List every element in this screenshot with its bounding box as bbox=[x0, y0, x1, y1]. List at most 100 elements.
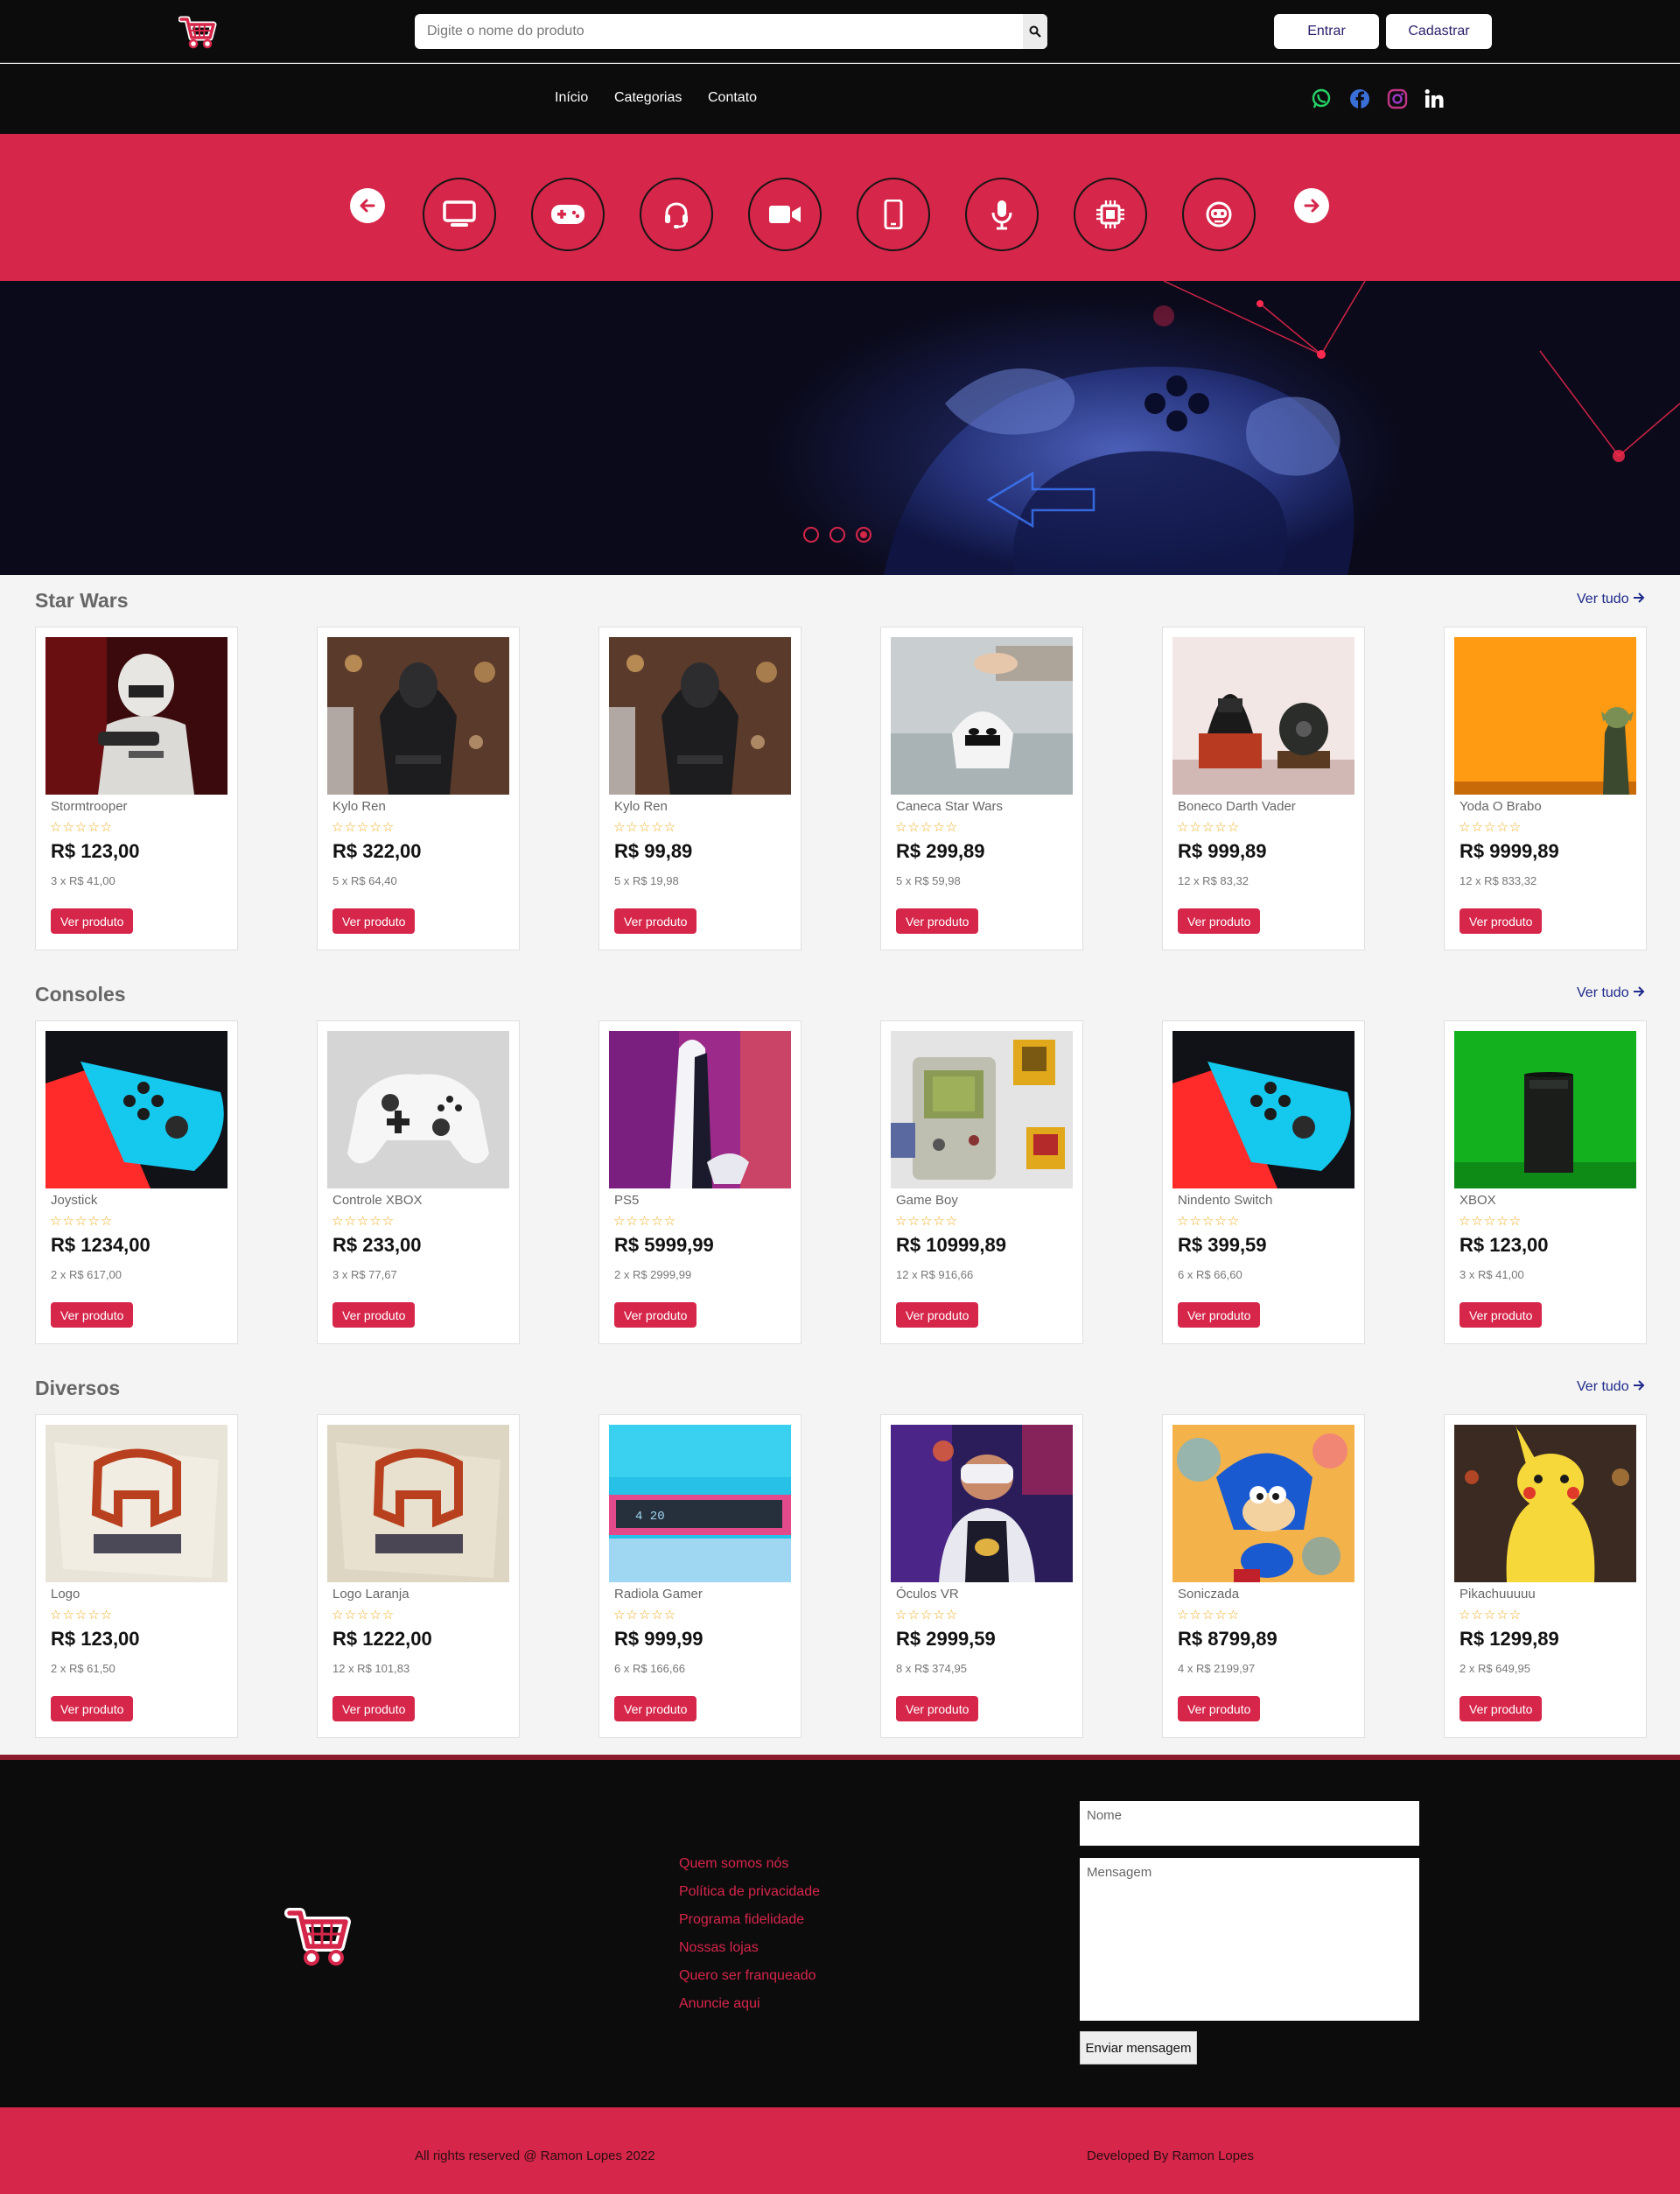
nav-link-categories[interactable]: Categorias bbox=[614, 90, 682, 106]
product-card[interactable]: Stormtrooper ☆☆☆☆☆ R$ 123,00 3 x R$ 41,00 Ve… bbox=[35, 627, 238, 950]
view-product-button[interactable]: Ver produto bbox=[332, 1696, 416, 1721]
category-headsets[interactable] bbox=[640, 178, 713, 251]
product-image[interactable] bbox=[891, 1425, 1073, 1582]
section-title: Star Wars bbox=[35, 589, 129, 612]
product-card[interactable]: Nindento Switch ☆☆☆☆☆ R$ 399,59 6 x R$ 66,6… bbox=[1162, 1020, 1365, 1344]
product-installments: 12 x R$ 83,32 bbox=[1178, 874, 1249, 887]
view-product-button[interactable]: Ver produto bbox=[1460, 908, 1543, 934]
signup-button[interactable]: Cadastrar bbox=[1386, 14, 1492, 49]
facebook-icon[interactable] bbox=[1348, 88, 1371, 110]
view-product-button[interactable]: Ver produto bbox=[1178, 1302, 1261, 1328]
product-card[interactable]: Soniczada ☆☆☆☆☆ R$ 8799,89 4 x R$ 2199,97 Ve… bbox=[1162, 1414, 1365, 1738]
view-product-button[interactable]: Ver produto bbox=[614, 1302, 697, 1328]
product-image[interactable] bbox=[46, 1031, 228, 1188]
see-all-link[interactable]: Ver tudo bbox=[1577, 1379, 1645, 1395]
product-image[interactable] bbox=[1172, 1031, 1354, 1188]
hero-dot-2[interactable] bbox=[830, 527, 845, 543]
view-product-button[interactable]: Ver produto bbox=[614, 1696, 697, 1721]
contact-message-field[interactable]: Mensagem bbox=[1080, 1858, 1419, 2021]
footer-link-privacy[interactable]: Política de privacidade bbox=[679, 1884, 820, 1900]
product-image[interactable] bbox=[609, 1031, 791, 1188]
product-card[interactable]: Pikachuuuuu ☆☆☆☆☆ R$ 1299,89 2 x R$ 649,95 V… bbox=[1444, 1414, 1647, 1738]
product-card[interactable]: Logo ☆☆☆☆☆ R$ 123,00 2 x R$ 61,50 Ver produt… bbox=[35, 1414, 238, 1738]
product-image[interactable] bbox=[1454, 1425, 1636, 1582]
see-all-link[interactable]: Ver tudo bbox=[1577, 985, 1645, 1001]
product-name: Logo bbox=[51, 1587, 80, 1602]
view-product-button[interactable]: Ver produto bbox=[332, 1302, 416, 1328]
product-card[interactable]: 4 20 Radiola Gamer ☆☆☆☆☆ R$ 999,99 6 x R$ 16… bbox=[598, 1414, 802, 1738]
footer-link-stores[interactable]: Nossas lojas bbox=[679, 1940, 759, 1956]
hero-dot-3[interactable] bbox=[856, 527, 872, 543]
product-card[interactable]: Óculos VR ☆☆☆☆☆ R$ 2999,59 8 x R$ 374,95 Ver… bbox=[880, 1414, 1083, 1738]
product-card[interactable]: Caneca Star Wars ☆☆☆☆☆ R$ 299,89 5 x R$ 59,… bbox=[880, 627, 1083, 950]
linkedin-icon[interactable] bbox=[1423, 88, 1446, 110]
product-image[interactable] bbox=[327, 637, 509, 795]
view-product-button[interactable]: Ver produto bbox=[1178, 908, 1261, 934]
rating-stars-icon: ☆☆☆☆☆ bbox=[50, 820, 114, 835]
view-product-button[interactable]: Ver produto bbox=[51, 1696, 134, 1721]
product-card[interactable]: Kylo Ren ☆☆☆☆☆ R$ 99,89 5 x R$ 19,98 Ver pro… bbox=[598, 627, 802, 950]
view-product-button[interactable]: Ver produto bbox=[896, 1696, 979, 1721]
view-product-button[interactable]: Ver produto bbox=[614, 908, 697, 934]
product-image[interactable] bbox=[609, 637, 791, 795]
view-product-button[interactable]: Ver produto bbox=[51, 908, 134, 934]
category-phones[interactable] bbox=[857, 178, 930, 251]
view-product-button[interactable]: Ver produto bbox=[896, 908, 979, 934]
product-image[interactable] bbox=[1172, 1425, 1354, 1582]
product-name: Logo Laranja bbox=[332, 1587, 410, 1602]
view-product-button[interactable]: Ver produto bbox=[51, 1302, 134, 1328]
product-image[interactable]: 4 20 bbox=[609, 1425, 791, 1582]
nav-link-home[interactable]: Início bbox=[555, 90, 588, 106]
view-product-button[interactable]: Ver produto bbox=[896, 1302, 979, 1328]
category-cameras[interactable] bbox=[748, 178, 822, 251]
view-product-button[interactable]: Ver produto bbox=[332, 908, 416, 934]
view-product-button[interactable]: Ver produto bbox=[1460, 1302, 1543, 1328]
category-prev-button[interactable] bbox=[350, 188, 385, 223]
product-image[interactable] bbox=[1454, 1031, 1636, 1188]
login-button[interactable]: Entrar bbox=[1274, 14, 1379, 49]
cart-logo-icon[interactable] bbox=[178, 14, 217, 49]
footer-link-about[interactable]: Quem somos nós bbox=[679, 1856, 788, 1872]
product-name: Soniczada bbox=[1178, 1587, 1240, 1602]
product-card[interactable]: XBOX ☆☆☆☆☆ R$ 123,00 3 x R$ 41,00 Ver produt… bbox=[1444, 1020, 1647, 1344]
product-image[interactable] bbox=[46, 637, 228, 795]
contact-message-placeholder: Mensagem bbox=[1087, 1865, 1152, 1880]
product-image[interactable] bbox=[891, 1031, 1073, 1188]
instagram-icon[interactable] bbox=[1386, 88, 1409, 110]
rating-stars-icon: ☆☆☆☆☆ bbox=[895, 1608, 959, 1623]
product-card[interactable]: Yoda O Brabo ☆☆☆☆☆ R$ 9999,89 12 x R$ 833,3… bbox=[1444, 627, 1647, 950]
category-next-button[interactable] bbox=[1294, 188, 1329, 223]
product-card[interactable]: Kylo Ren ☆☆☆☆☆ R$ 322,00 5 x R$ 64,40 Ver pr… bbox=[317, 627, 520, 950]
category-games[interactable] bbox=[531, 178, 605, 251]
send-message-button[interactable]: Enviar mensagem bbox=[1080, 2031, 1197, 2064]
footer-link-advertise[interactable]: Anuncie aqui bbox=[679, 1996, 760, 2012]
search-input[interactable] bbox=[427, 14, 1031, 49]
product-image[interactable] bbox=[1172, 637, 1354, 795]
view-product-button[interactable]: Ver produto bbox=[1178, 1696, 1261, 1721]
product-card[interactable]: PS5 ☆☆☆☆☆ R$ 5999,99 2 x R$ 2999,99 Ver prod… bbox=[598, 1020, 802, 1344]
category-microphones[interactable] bbox=[965, 178, 1039, 251]
product-card[interactable]: Logo Laranja ☆☆☆☆☆ R$ 1222,00 12 x R$ 101,8… bbox=[317, 1414, 520, 1738]
view-product-button[interactable]: Ver produto bbox=[1460, 1696, 1543, 1721]
search-button[interactable] bbox=[1023, 14, 1047, 49]
category-robots[interactable] bbox=[1182, 178, 1256, 251]
category-hardware[interactable] bbox=[1074, 178, 1147, 251]
footer-link-franchise[interactable]: Quero ser franqueado bbox=[679, 1968, 816, 1984]
nav-link-contact[interactable]: Contato bbox=[708, 90, 757, 106]
see-all-link[interactable]: Ver tudo bbox=[1577, 592, 1645, 607]
product-card[interactable]: Boneco Darth Vader ☆☆☆☆☆ R$ 999,89 12 x R$ … bbox=[1162, 627, 1365, 950]
product-card[interactable]: Game Boy ☆☆☆☆☆ R$ 10999,89 12 x R$ 916,66 Ve… bbox=[880, 1020, 1083, 1344]
footer-link-loyalty[interactable]: Programa fidelidade bbox=[679, 1912, 804, 1928]
gamepad-icon bbox=[551, 205, 584, 224]
product-card[interactable]: Controle XBOX ☆☆☆☆☆ R$ 233,00 3 x R$ 77,67 V… bbox=[317, 1020, 520, 1344]
category-monitors[interactable] bbox=[423, 178, 496, 251]
product-image[interactable] bbox=[327, 1031, 509, 1188]
product-image[interactable] bbox=[327, 1425, 509, 1582]
hero-dot-1[interactable] bbox=[803, 527, 819, 543]
contact-name-field[interactable]: Nome bbox=[1080, 1801, 1419, 1846]
product-image[interactable] bbox=[891, 637, 1073, 795]
product-image[interactable] bbox=[1454, 637, 1636, 795]
product-image[interactable] bbox=[46, 1425, 228, 1582]
product-card[interactable]: Joystick ☆☆☆☆☆ R$ 1234,00 2 x R$ 617,00 Ver … bbox=[35, 1020, 238, 1344]
whatsapp-icon[interactable] bbox=[1310, 88, 1333, 110]
